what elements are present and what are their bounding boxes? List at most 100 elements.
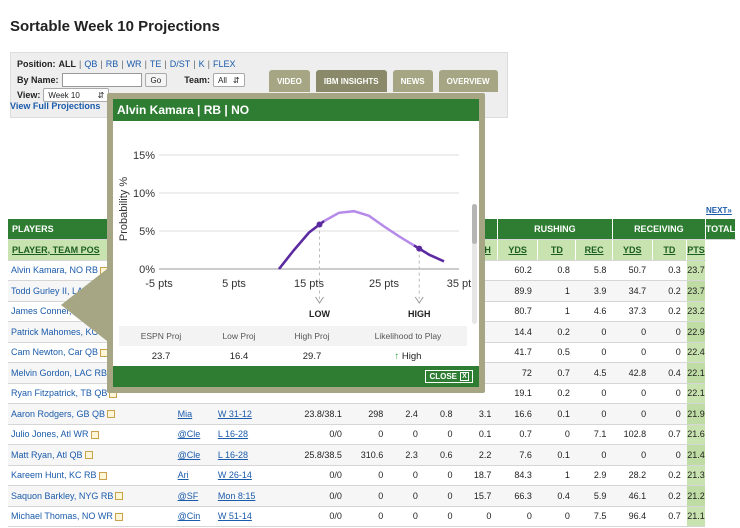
table-row: Saquon Barkley, NYG RB @SF Mon 8:15 0/0 0 0 0 1… (8, 485, 736, 507)
cell-int: 0.6 (423, 444, 459, 466)
total-group-header: TOTAL (705, 219, 737, 240)
projection-distribution-chart: Probability % 15%10%5%0% -5 pts 5 pts 15 p… (118, 150, 471, 319)
player-link[interactable]: Matt Ryan, Atl QB (11, 450, 83, 460)
cell-rectd: 0 (652, 403, 687, 425)
cell-total-pts: 21.1 (686, 506, 706, 527)
select-arrows-icon: ⇵ (97, 90, 105, 100)
cell-rec: 0 (575, 321, 613, 343)
position-flex[interactable]: FLEX (213, 59, 236, 69)
cell-ryds: 84.3 (497, 465, 538, 486)
popup-scrollbar[interactable] (472, 204, 477, 324)
player-link[interactable]: Saquon Barkley, NYG RB (11, 491, 113, 501)
cell-car: 0 (458, 506, 498, 527)
cell-catt: 0/0 (282, 465, 348, 486)
cell-rectd: 0.7 (652, 424, 687, 445)
cell-rectd: 0.4 (652, 362, 687, 384)
cell-total-pts: 21.2 (686, 485, 706, 507)
player-link[interactable]: Ryan Fitzpatrick, TB QB (11, 388, 107, 398)
marker-point (416, 245, 423, 252)
player-news-icon[interactable] (107, 410, 116, 419)
scrollbar-thumb[interactable] (472, 204, 477, 244)
cell-pyds: 0 (347, 506, 390, 527)
low-proj-header: Low Proj (222, 331, 256, 341)
cell-int: 0 (423, 465, 459, 486)
position-all[interactable]: ALL (59, 59, 77, 69)
popup-pointer (61, 269, 107, 341)
cell-recyds: 0 (612, 383, 653, 404)
position-k[interactable]: K (199, 59, 205, 69)
cell-rec: 3.9 (575, 280, 613, 302)
cell-int: 0 (423, 485, 459, 507)
x-tick-label: -5 pts (145, 278, 173, 290)
tab-news[interactable]: NEWS (392, 70, 433, 92)
tab-overview[interactable]: OVERVIEW (438, 70, 498, 92)
cell-rectd: 0 (652, 444, 687, 466)
cell-recyds: 42.8 (612, 362, 653, 384)
player-link[interactable]: Michael Thomas, NO WR (11, 511, 113, 521)
player-news-icon[interactable] (90, 430, 99, 439)
likelihood-value: ↑ High (349, 351, 467, 362)
view-select[interactable]: Week 10 ⇵ (43, 88, 110, 102)
cell-recyds: 0 (612, 321, 653, 343)
cell-status[interactable]: Mon 8:15 (214, 485, 283, 507)
cell-recyds: 0 (612, 444, 653, 466)
cell-opp[interactable]: @Cle (174, 424, 215, 445)
cell-total-pts: 22.4 (686, 342, 706, 363)
cell-status[interactable]: W 51-14 (214, 506, 283, 527)
cell-opp[interactable]: Mia (174, 403, 215, 425)
player-link[interactable]: Aaron Rodgers, GB QB (11, 409, 105, 419)
low-proj-value: 16.4 (229, 350, 249, 362)
cell-rectd: 0 (652, 321, 687, 343)
cell-ryds: 0 (497, 506, 538, 527)
team-select[interactable]: All ⇵ (213, 73, 245, 87)
cell-status[interactable]: L 16-28 (214, 424, 283, 445)
cell-status[interactable]: W 31-12 (214, 403, 283, 425)
close-button[interactable]: CLOSE X (425, 370, 473, 383)
cell-pyds: 0 (347, 424, 390, 445)
cell-opp[interactable]: @Cle (174, 444, 215, 466)
rec-td-header[interactable]: TD (652, 239, 688, 261)
position-wr[interactable]: WR (127, 59, 142, 69)
player-news-icon[interactable] (84, 451, 93, 460)
name-filter: By Name: Go Team: All ⇵ (17, 73, 245, 87)
next-page-link[interactable]: NEXT» (706, 206, 732, 215)
player-link[interactable]: Melvin Gordon, LAC RB (11, 368, 107, 378)
cell-rectd: 0.2 (652, 485, 687, 507)
cell-opp[interactable]: Ari (174, 465, 215, 486)
cell-status[interactable]: W 26-14 (214, 465, 283, 486)
name-search-input[interactable] (61, 73, 142, 87)
cell-rec: 4.6 (575, 301, 613, 322)
pts-header[interactable]: PTS (686, 239, 706, 261)
player-news-icon[interactable] (115, 492, 124, 501)
cell-rtd: 0.7 (537, 362, 576, 384)
espn-proj-value: 23.7 (151, 350, 171, 362)
player-link[interactable]: Kareem Hunt, KC RB (11, 470, 97, 480)
cell-pyds: 0 (347, 465, 390, 486)
go-button[interactable]: Go (144, 73, 168, 87)
cell-opp[interactable]: @Cin (174, 506, 215, 527)
cell-ryds: 41.7 (497, 342, 538, 363)
rush-td-header[interactable]: TD (537, 239, 577, 261)
player-news-icon[interactable] (98, 471, 107, 480)
rec-header[interactable]: REC (575, 239, 613, 261)
cell-opp[interactable]: @SF (174, 485, 215, 507)
tab-ibm-insights[interactable]: IBM INSIGHTS (315, 70, 387, 92)
rush-yds-header[interactable]: YDS (497, 239, 539, 261)
position-rb[interactable]: RB (106, 59, 119, 69)
player-link[interactable]: Cam Newton, Car QB (11, 347, 98, 357)
cell-recyds: 96.4 (612, 506, 653, 527)
player-link[interactable]: Julio Jones, Atl WR (11, 429, 89, 439)
cell-pyds: 298 (347, 403, 390, 425)
view-full-projections-link[interactable]: View Full Projections (10, 101, 100, 111)
cell-status[interactable]: L 16-28 (214, 444, 283, 466)
position-te[interactable]: TE (150, 59, 162, 69)
position-dst[interactable]: D/ST (170, 59, 191, 69)
tab-video[interactable]: VIDEO (269, 70, 310, 92)
position-qb[interactable]: QB (84, 59, 97, 69)
player-news-icon[interactable] (114, 512, 123, 521)
popup-footer: CLOSE X (113, 366, 479, 387)
y-tick-label: 5% (139, 226, 155, 238)
rec-yds-header[interactable]: YDS (612, 239, 653, 261)
likelihood-header: Likelihood to Play (374, 331, 442, 341)
cell-total-pts: 22.9 (686, 321, 706, 343)
